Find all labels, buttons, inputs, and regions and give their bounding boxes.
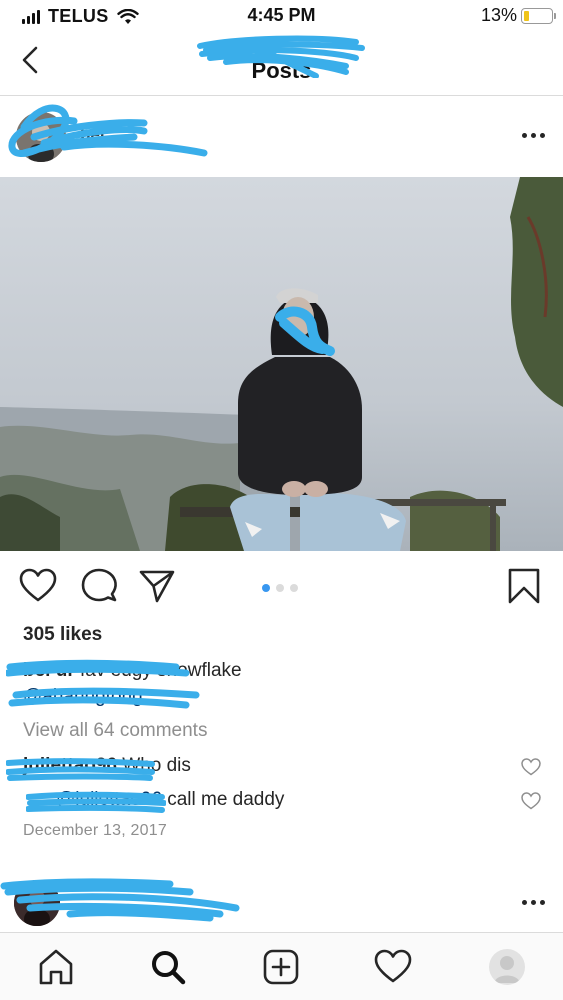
more-horizontal-icon[interactable] [522,133,545,138]
carousel-dot [276,584,284,592]
redaction-scribble [26,791,166,813]
profile-icon[interactable] [489,949,525,985]
comment-text: call me daddy [167,789,285,810]
status-bar: TELUS 4:45 PM 13% [0,0,563,32]
carousel-indicator [262,584,298,592]
post-photo[interactable] [0,177,563,551]
more-horizontal-icon[interactable] [522,900,545,905]
search-icon[interactable] [148,947,188,987]
redaction-scribble [6,659,200,709]
nav-bar: Posts [0,32,563,96]
battery-percent: 13% [480,5,517,25]
likes-count[interactable]: 305 likes [23,624,102,646]
post-date: December 13, 2017 [23,822,167,839]
comment-heart-icon[interactable] [521,792,541,810]
redaction-scribble [0,878,240,922]
activity-heart-icon[interactable] [373,947,413,987]
view-all-comments-link[interactable]: View all 64 comments [23,720,207,742]
redaction-scribble [8,104,208,157]
heart-icon[interactable] [19,567,57,605]
battery-icon [521,7,556,24]
comment-heart-icon[interactable] [521,758,541,776]
carousel-dot [262,584,270,592]
bookmark-icon[interactable] [505,567,543,605]
comment-icon[interactable] [80,567,118,605]
home-icon[interactable] [36,947,76,987]
tab-bar [0,932,563,1000]
add-post-icon[interactable] [261,947,301,987]
post-header: bei [0,97,563,177]
redaction-scribble [197,35,365,78]
redaction-scribble [6,758,155,781]
post-actions [0,551,563,621]
battery-group: 13% [480,5,556,26]
carousel-dot [290,584,298,592]
photo-scene [0,177,563,551]
share-icon[interactable] [138,567,176,605]
post-header [0,870,563,932]
status-time: 4:45 PM [247,5,316,25]
